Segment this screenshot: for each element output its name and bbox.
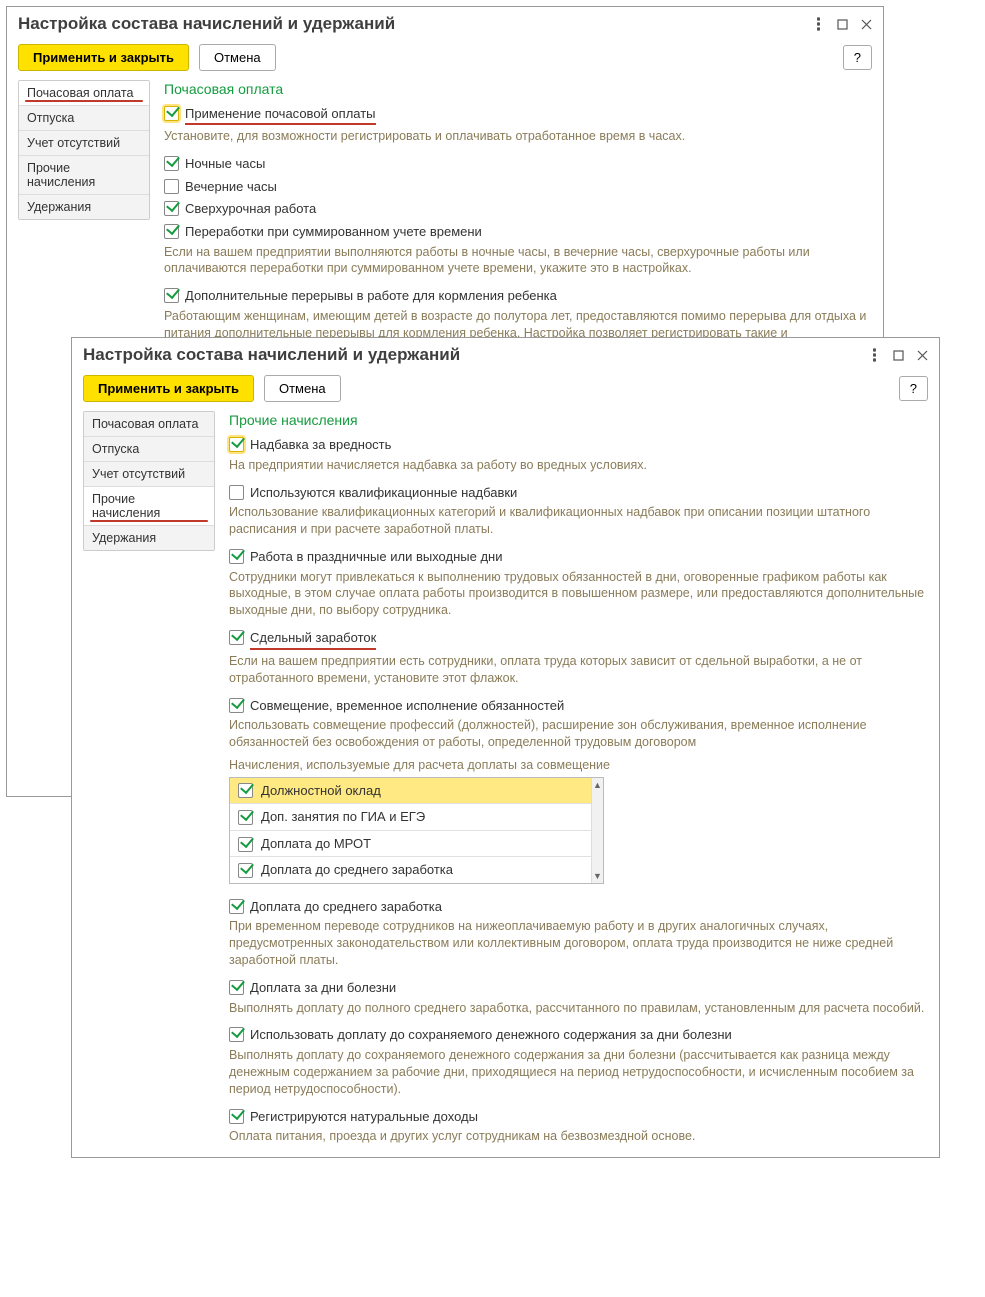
hint-text: При временном переводе сотрудников на ни… [229, 918, 931, 969]
window-controls [862, 344, 934, 366]
titlebar: Настройка состава начислений и удержаний [72, 338, 939, 366]
section-title: Прочие начисления [229, 411, 931, 430]
list-item-label: Доплата до МРОТ [261, 835, 371, 853]
toolbar: Применить и закрыть Отмена ? [72, 366, 939, 411]
window-title: Настройка состава начислений и удержаний [83, 345, 862, 365]
apply-close-button[interactable]: Применить и закрыть [83, 375, 254, 402]
close-icon[interactable] [910, 344, 934, 366]
hint-text: Оплата питания, проезда и других услуг с… [229, 1128, 931, 1145]
checkbox-list-item[interactable] [238, 863, 253, 878]
checkbox-label: Доплата за дни болезни [250, 979, 396, 997]
hint-text: Если на вашем предприятии есть сотрудник… [229, 653, 931, 687]
help-button[interactable]: ? [899, 376, 928, 401]
window-title: Настройка состава начислений и удержаний [18, 14, 806, 34]
checkbox-label: Совмещение, временное исполнение обязанн… [250, 697, 564, 715]
list-item[interactable]: Доплата до среднего заработка [230, 857, 603, 883]
list-item[interactable]: Доплата до МРОТ [230, 831, 603, 858]
checkbox-label: Использовать доплату до сохраняемого ден… [250, 1026, 732, 1044]
checkbox-label: Ночные часы [185, 155, 265, 173]
checkbox-overtime[interactable] [164, 201, 179, 216]
checkbox-label: Доплата до среднего заработка [250, 898, 442, 916]
section-title: Почасовая оплата [164, 80, 875, 99]
content-panel: Прочие начисления Надбавка за вредность … [215, 411, 931, 1149]
window-controls [806, 13, 878, 35]
checkbox-label: Используются квалификационные надбавки [250, 484, 517, 502]
sidebar-item-other-accruals[interactable]: Прочие начисления [84, 487, 214, 526]
toolbar: Применить и закрыть Отмена ? [7, 35, 883, 80]
checkbox-avg-salary-topup[interactable] [229, 899, 244, 914]
list-item[interactable]: Должностной оклад [230, 778, 603, 805]
maximize-icon[interactable] [830, 13, 854, 35]
checkbox-qualification-bonus[interactable] [229, 485, 244, 500]
apply-close-button[interactable]: Применить и закрыть [18, 44, 189, 71]
checkbox-piecework[interactable] [229, 630, 244, 645]
hint-text: Использование квалификационных категорий… [229, 504, 931, 538]
checkbox-label: Дополнительные перерывы в работе для кор… [185, 287, 557, 305]
checkbox-label: Работа в праздничные или выходные дни [250, 548, 502, 566]
checkbox-holiday-work[interactable] [229, 549, 244, 564]
checkbox-label: Сверхурочная работа [185, 200, 316, 218]
hint-text: Выполнять доплату до сохраняемого денежн… [229, 1047, 931, 1098]
checkbox-evening-hours[interactable] [164, 179, 179, 194]
combination-accruals-listbox: Должностной оклад Доп. занятия по ГИА и … [229, 777, 604, 884]
checkbox-overwork-summary[interactable] [164, 224, 179, 239]
sub-hint: Начисления, используемые для расчета доп… [229, 757, 931, 774]
checkbox-hazard-bonus[interactable] [229, 437, 244, 452]
hint-text: Сотрудники могут привлекаться к выполнен… [229, 569, 931, 620]
sidebar-item-deductions[interactable]: Удержания [19, 195, 149, 219]
checkbox-list-item[interactable] [238, 783, 253, 798]
sidebar-item-absence[interactable]: Учет отсутствий [19, 131, 149, 156]
cancel-button[interactable]: Отмена [199, 44, 276, 71]
sidebar: Почасовая оплата Отпуска Учет отсутствий… [18, 80, 150, 220]
sidebar-item-vacations[interactable]: Отпуска [19, 106, 149, 131]
checkbox-feeding-breaks[interactable] [164, 288, 179, 303]
checkbox-sick-days-topup[interactable] [229, 980, 244, 995]
hint-text: Если на вашем предприятии выполняются ра… [164, 244, 875, 278]
list-item-label: Доплата до среднего заработка [261, 861, 453, 879]
kebab-icon[interactable] [862, 344, 886, 366]
hint-text: Выполнять доплату до полного среднего за… [229, 1000, 931, 1017]
dialog-other-accruals: Настройка состава начислений и удержаний… [71, 337, 940, 1158]
titlebar: Настройка состава начислений и удержаний [7, 7, 883, 35]
checkbox-label: Надбавка за вредность [250, 436, 391, 454]
sidebar-item-hourly-pay[interactable]: Почасовая оплата [84, 412, 214, 437]
checkbox-natural-income[interactable] [229, 1109, 244, 1124]
checkbox-list-item[interactable] [238, 810, 253, 825]
sidebar-item-deductions[interactable]: Удержания [84, 526, 214, 550]
checkbox-hourly-pay-use[interactable] [164, 106, 179, 121]
list-item[interactable]: Доп. занятия по ГИА и ЕГЭ [230, 804, 603, 831]
hint-text: На предприятии начисляется надбавка за р… [229, 457, 931, 474]
kebab-icon[interactable] [806, 13, 830, 35]
checkbox-label: Переработки при суммированном учете врем… [185, 223, 482, 241]
sidebar-item-other-accruals[interactable]: Прочие начисления [19, 156, 149, 195]
checkbox-night-hours[interactable] [164, 156, 179, 171]
list-item-label: Доп. занятия по ГИА и ЕГЭ [261, 808, 425, 826]
checkbox-label: Регистрируются натуральные доходы [250, 1108, 478, 1126]
sidebar: Почасовая оплата Отпуска Учет отсутствий… [83, 411, 215, 551]
hint-text: Использовать совмещение профессий (должн… [229, 717, 931, 751]
help-button[interactable]: ? [843, 45, 872, 70]
cancel-button[interactable]: Отмена [264, 375, 341, 402]
sidebar-item-hourly-pay[interactable]: Почасовая оплата [19, 81, 149, 106]
checkbox-combination[interactable] [229, 698, 244, 713]
checkbox-label: Сдельный заработок [250, 629, 376, 650]
sidebar-item-vacations[interactable]: Отпуска [84, 437, 214, 462]
hint-text: Установите, для возможности регистрирова… [164, 128, 875, 145]
checkbox-preserved-salary-sick[interactable] [229, 1027, 244, 1042]
sidebar-item-absence[interactable]: Учет отсутствий [84, 462, 214, 487]
maximize-icon[interactable] [886, 344, 910, 366]
close-icon[interactable] [854, 13, 878, 35]
list-item-label: Должностной оклад [261, 782, 381, 800]
checkbox-label: Применение почасовой оплаты [185, 105, 376, 126]
checkbox-label: Вечерние часы [185, 178, 277, 196]
checkbox-list-item[interactable] [238, 837, 253, 852]
scrollbar[interactable]: ▲▼ [591, 778, 603, 883]
